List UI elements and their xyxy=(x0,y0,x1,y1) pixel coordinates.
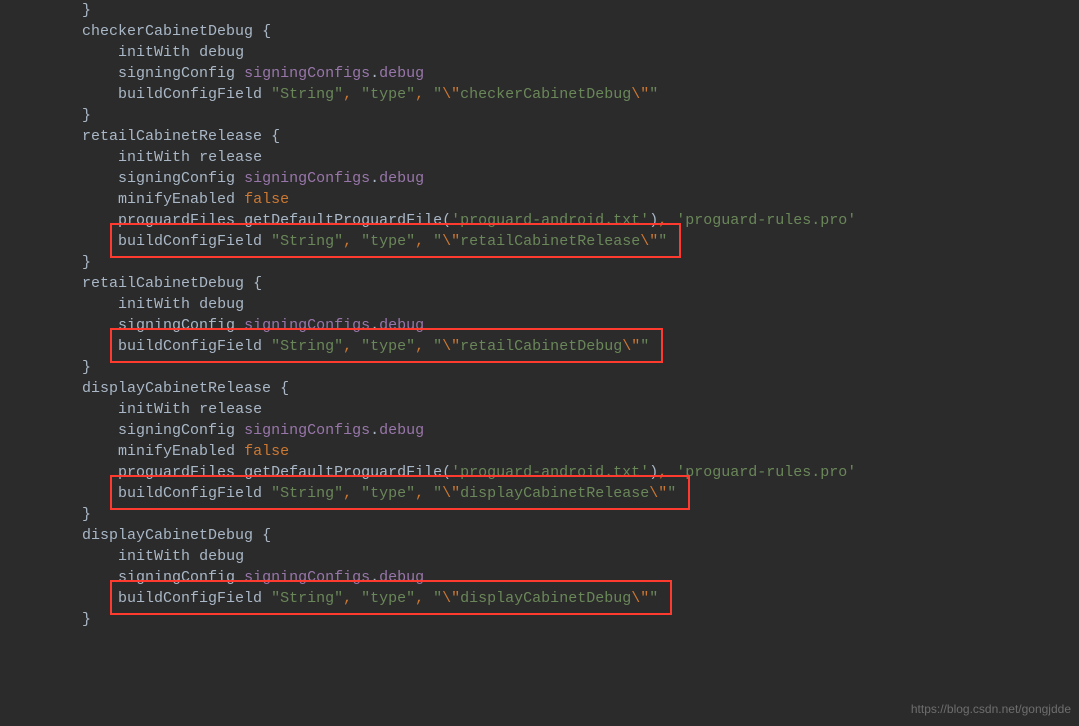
build-config-field: buildConfigField "String", "type", "\"di… xyxy=(10,485,676,502)
block-header: retailCabinetRelease { xyxy=(10,128,280,145)
code-line: signingConfig signingConfigs.debug xyxy=(10,65,424,82)
close-brace: } xyxy=(82,2,91,19)
code-line: initWith release xyxy=(10,149,262,166)
code-line: } xyxy=(10,611,91,628)
line: } xyxy=(10,2,91,19)
code-line: initWith debug xyxy=(10,44,244,61)
build-config-field: buildConfigField "String", "type", "\"re… xyxy=(10,233,667,250)
build-config-field: buildConfigField "String", "type", "\"ch… xyxy=(10,86,658,103)
code-line: } xyxy=(10,254,91,271)
code-line: signingConfig signingConfigs.debug xyxy=(10,422,424,439)
code-line: initWith debug xyxy=(10,548,244,565)
block-header: displayCabinetRelease { xyxy=(10,380,289,397)
code-line: initWith debug xyxy=(10,296,244,313)
code-line: } xyxy=(10,107,91,124)
build-config-field: buildConfigField "String", "type", "\"di… xyxy=(10,590,658,607)
code-line: signingConfig signingConfigs.debug xyxy=(10,317,424,334)
code-line: minifyEnabled false xyxy=(10,443,289,460)
block-name: retailCabinetDebug xyxy=(82,275,244,292)
code-line: signingConfig signingConfigs.debug xyxy=(10,569,424,586)
block-header: checkerCabinetDebug { xyxy=(10,23,271,40)
code-line: proguardFiles getDefaultProguardFile('pr… xyxy=(10,464,856,481)
build-config-field: buildConfigField "String", "type", "\"re… xyxy=(10,338,649,355)
watermark-text: https://blog.csdn.net/gongjdde xyxy=(911,699,1071,720)
block-name: displayCabinetDebug xyxy=(82,527,253,544)
block-header: retailCabinetDebug { xyxy=(10,275,262,292)
code-line: proguardFiles getDefaultProguardFile('pr… xyxy=(10,212,856,229)
block-name: displayCabinetRelease xyxy=(82,380,271,397)
code-line: minifyEnabled false xyxy=(10,191,289,208)
block-name: checkerCabinetDebug xyxy=(82,23,253,40)
code-line: } xyxy=(10,359,91,376)
code-line: signingConfig signingConfigs.debug xyxy=(10,170,424,187)
code-line: initWith release xyxy=(10,401,262,418)
code-line: } xyxy=(10,506,91,523)
block-name: retailCabinetRelease xyxy=(82,128,262,145)
code-editor[interactable]: } checkerCabinetDebug { initWith debug s… xyxy=(0,0,1079,640)
block-header: displayCabinetDebug { xyxy=(10,527,271,544)
